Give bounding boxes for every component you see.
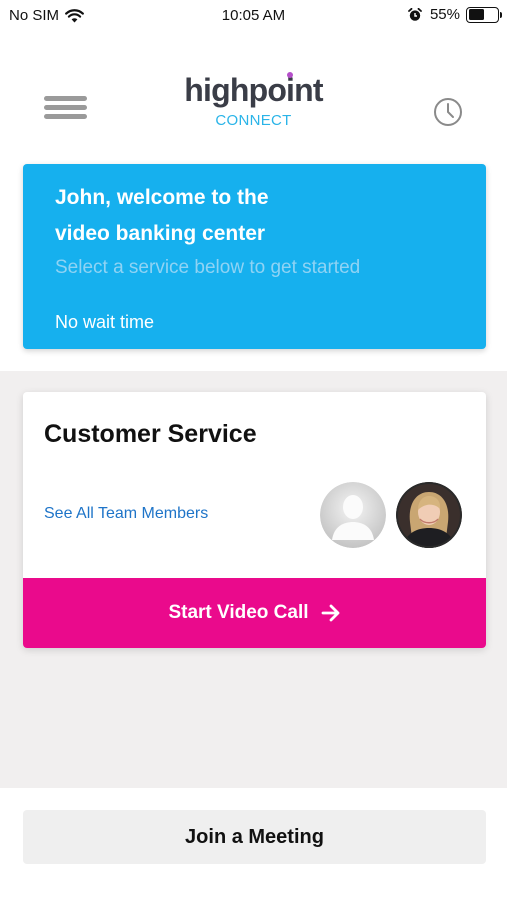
alarm-icon [408, 7, 422, 21]
app-header: highpoint CONNECT [0, 32, 507, 164]
see-all-team-members-link[interactable]: See All Team Members [44, 505, 208, 523]
service-title: Customer Service [44, 420, 257, 448]
logo-name-text: highpoint [184, 72, 323, 108]
welcome-subtitle: Select a service below to get started [55, 257, 361, 278]
start-video-call-label: Start Video Call [168, 602, 309, 623]
welcome-line-2: video banking center [55, 222, 266, 245]
status-bar: No SIM 10:05 AM 55% [0, 0, 507, 32]
avatar-placeholder [320, 482, 386, 548]
customer-service-card: Customer Service See All Team Members St… [23, 392, 486, 648]
welcome-banner: John, welcome to the video banking cente… [23, 164, 486, 349]
logo-wordmark: highpoint [184, 72, 324, 108]
wait-time-label: No wait time [55, 312, 155, 332]
battery-icon [466, 6, 502, 23]
join-meeting-label: Join a Meeting [185, 825, 324, 848]
logo-subtitle: CONNECT [215, 112, 292, 129]
battery-percent: 55% [429, 6, 460, 23]
join-meeting-button[interactable]: Join a Meeting [23, 810, 486, 864]
start-video-call-button[interactable]: Start Video Call [23, 578, 486, 648]
clock-icon[interactable] [433, 97, 463, 127]
team-member-photo [396, 482, 462, 548]
arrow-right-icon [321, 604, 339, 622]
battery-level [468, 9, 484, 20]
status-right: 55% [408, 6, 502, 23]
highpoint-logo: highpoint CONNECT [0, 72, 507, 129]
logo-dot [286, 72, 293, 78]
default-user-icon [320, 482, 386, 548]
welcome-line-1: John, welcome to the [55, 186, 269, 209]
team-member-avatar [396, 482, 462, 548]
